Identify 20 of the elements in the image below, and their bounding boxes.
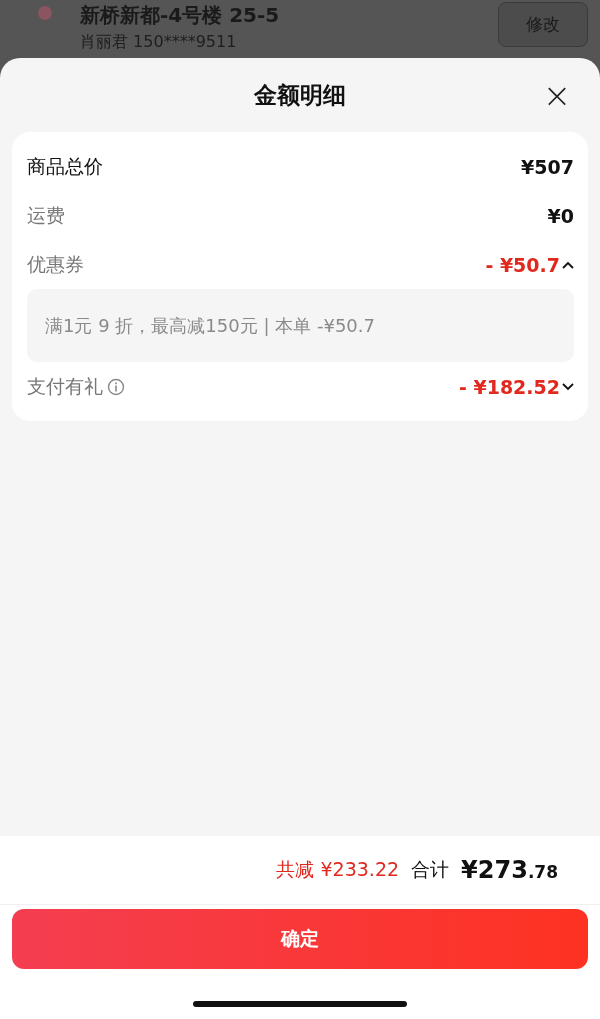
row-label: 支付有礼 xyxy=(27,373,125,400)
coupon-detail: 满1元 9 折，最高减150元 | 本单 -¥50.7 xyxy=(27,289,574,362)
sheet-title: 金额明细 xyxy=(254,80,346,110)
savings-text: 共减 ¥233.22 xyxy=(276,857,400,882)
row-value: ¥507 xyxy=(521,155,574,178)
row-value: - ¥50.7 xyxy=(485,253,560,276)
total-amount: ¥273.78 xyxy=(461,856,558,884)
info-icon[interactable] xyxy=(107,377,125,396)
total-label: 合计 xyxy=(411,857,450,882)
row-value: - ¥182.52 xyxy=(458,375,560,398)
confirm-button[interactable]: 确定 xyxy=(12,909,588,969)
address-text: 新桥新都-4号楼 25-5 xyxy=(80,2,281,28)
row-label: 优惠券 xyxy=(27,251,84,277)
close-button[interactable]: × xyxy=(540,78,574,112)
location-dot-icon xyxy=(38,6,52,20)
row-label: 商品总价 xyxy=(27,153,103,179)
chevron-up-icon[interactable] xyxy=(562,260,574,269)
row-value: ¥0 xyxy=(547,204,574,227)
row-label: 运费 xyxy=(27,202,65,228)
chevron-down-icon[interactable] xyxy=(562,382,574,391)
